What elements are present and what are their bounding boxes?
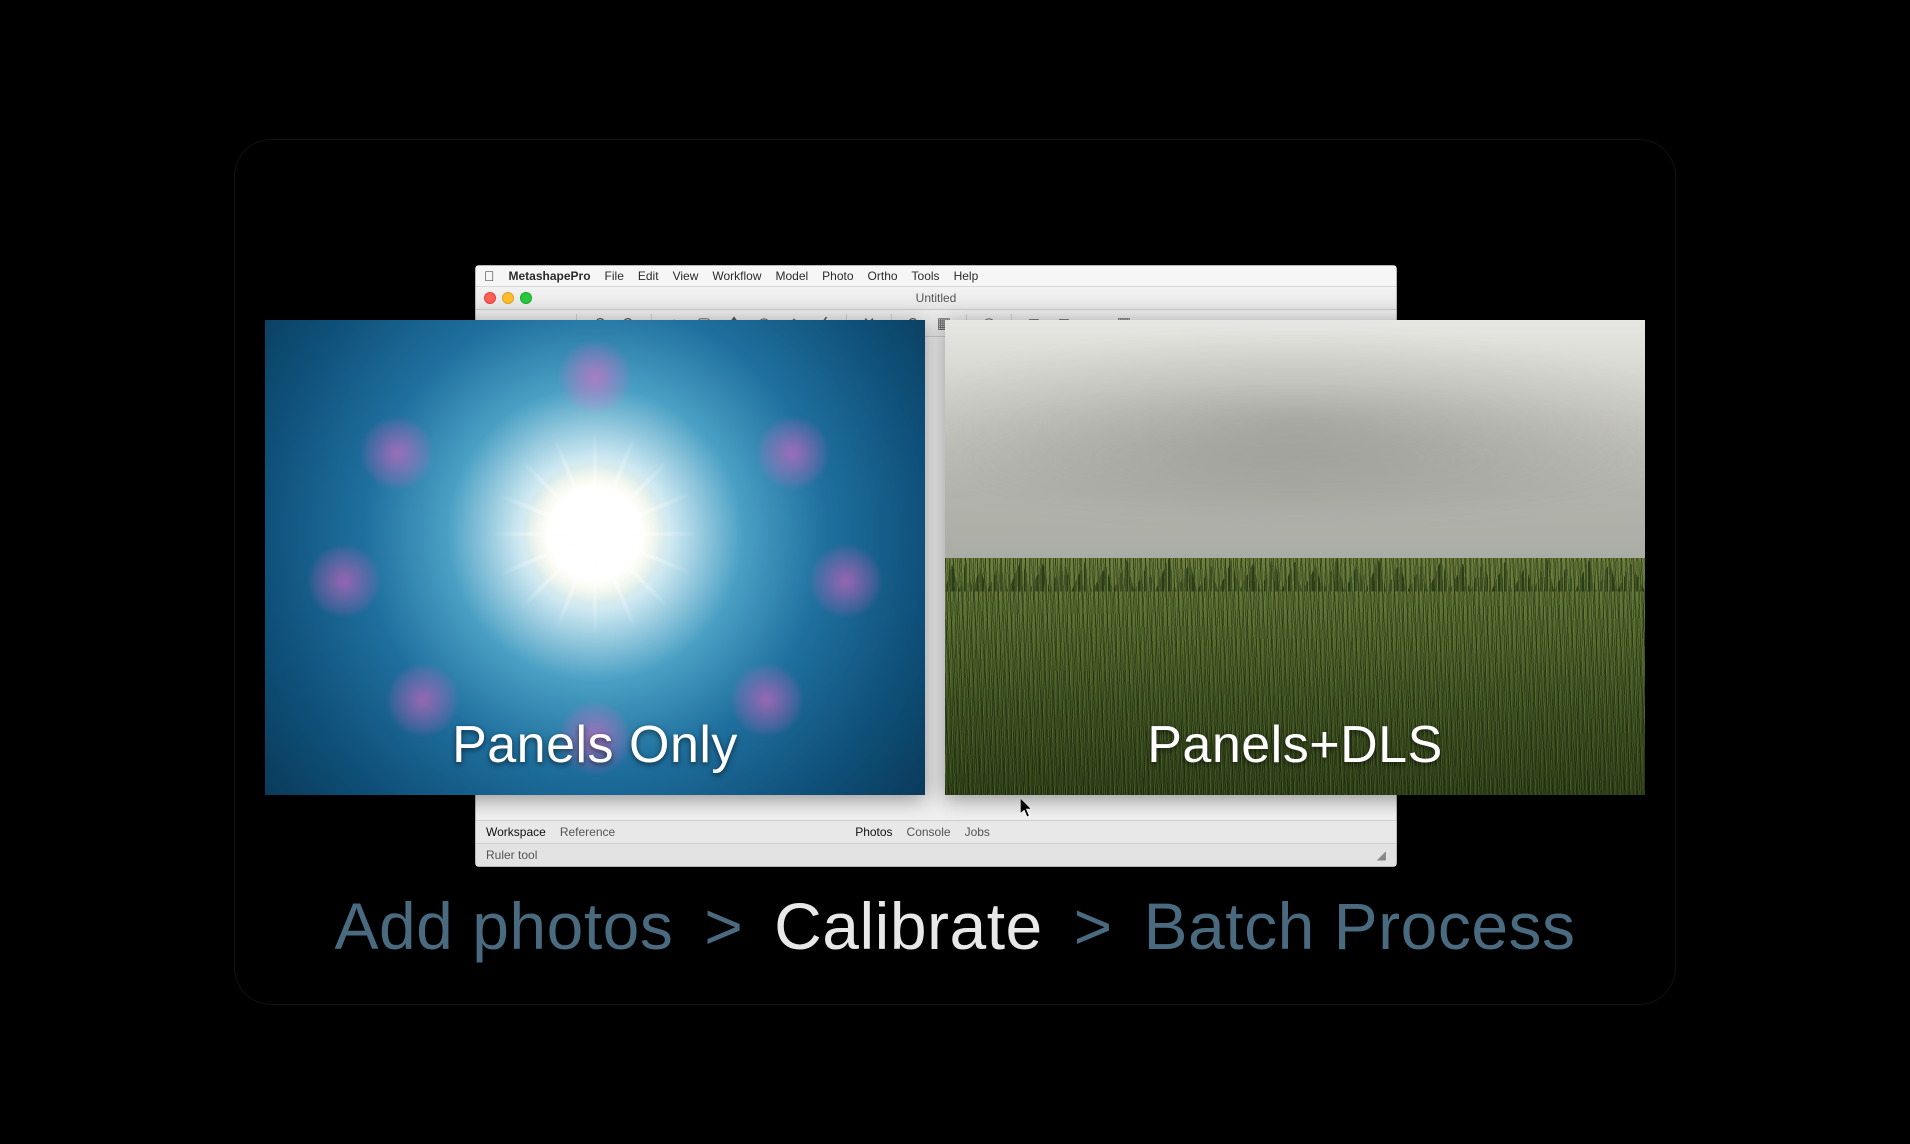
breadcrumb: Add photos > Calibrate > Batch Process <box>235 888 1675 964</box>
breadcrumb-step-add-photos: Add photos <box>334 889 673 963</box>
menu-ortho[interactable]: Ortho <box>868 269 898 283</box>
window-title: Untitled <box>476 291 1396 305</box>
status-text: Ruler tool <box>486 848 537 862</box>
chevron-right-icon: > <box>704 889 743 963</box>
app-name: MetashapePro <box>509 269 591 283</box>
menu-model[interactable]: Model <box>775 269 808 283</box>
caption-panels-only: Panels Only <box>265 715 925 775</box>
photo-panels-dls: Panels+DLS <box>945 320 1645 795</box>
traffic-lights <box>484 292 532 304</box>
minimize-icon[interactable] <box>502 292 514 304</box>
breadcrumb-step-batch-process: Batch Process <box>1144 889 1576 963</box>
close-icon[interactable] <box>484 292 496 304</box>
menu-file[interactable]: File <box>605 269 624 283</box>
title-bar: Untitled <box>476 287 1396 310</box>
menu-tools[interactable]: Tools <box>912 269 940 283</box>
caption-panels-dls: Panels+DLS <box>945 715 1645 775</box>
photo-panels-only: Panels Only <box>265 320 925 795</box>
chevron-right-icon: > <box>1074 889 1113 963</box>
menu-edit[interactable]: Edit <box>638 269 659 283</box>
bottom-tab-group: Photos Console Jobs <box>845 821 1000 843</box>
zoom-icon[interactable] <box>520 292 532 304</box>
stage:  MetashapePro File Edit View Workflow M… <box>0 0 1910 1144</box>
tab-jobs[interactable]: Jobs <box>965 825 990 839</box>
tab-workspace[interactable]: Workspace <box>486 825 546 839</box>
status-bar: Ruler tool ◢ <box>476 843 1396 866</box>
slide:  MetashapePro File Edit View Workflow M… <box>235 140 1675 1004</box>
tab-console[interactable]: Console <box>907 825 951 839</box>
panel-tabs-row: Workspace Reference Photos Console Jobs <box>476 820 1396 843</box>
lower-panels: Workspace Reference Photos Console Jobs … <box>476 820 1396 866</box>
menu-photo[interactable]: Photo <box>822 269 853 283</box>
menu-view[interactable]: View <box>673 269 699 283</box>
apple-icon:  <box>484 269 495 283</box>
tab-photos[interactable]: Photos <box>855 825 892 839</box>
cursor-icon <box>1020 798 1034 818</box>
menu-help[interactable]: Help <box>954 269 979 283</box>
left-tab-group: Workspace Reference <box>476 821 625 843</box>
tab-reference[interactable]: Reference <box>560 825 615 839</box>
menu-workflow[interactable]: Workflow <box>712 269 761 283</box>
sun-icon <box>525 464 665 604</box>
menu-bar:  MetashapePro File Edit View Workflow M… <box>476 266 1396 287</box>
status-right: ◢ <box>1377 848 1386 862</box>
resize-grip-icon[interactable]: ◢ <box>1377 848 1386 862</box>
breadcrumb-step-calibrate: Calibrate <box>774 889 1043 963</box>
